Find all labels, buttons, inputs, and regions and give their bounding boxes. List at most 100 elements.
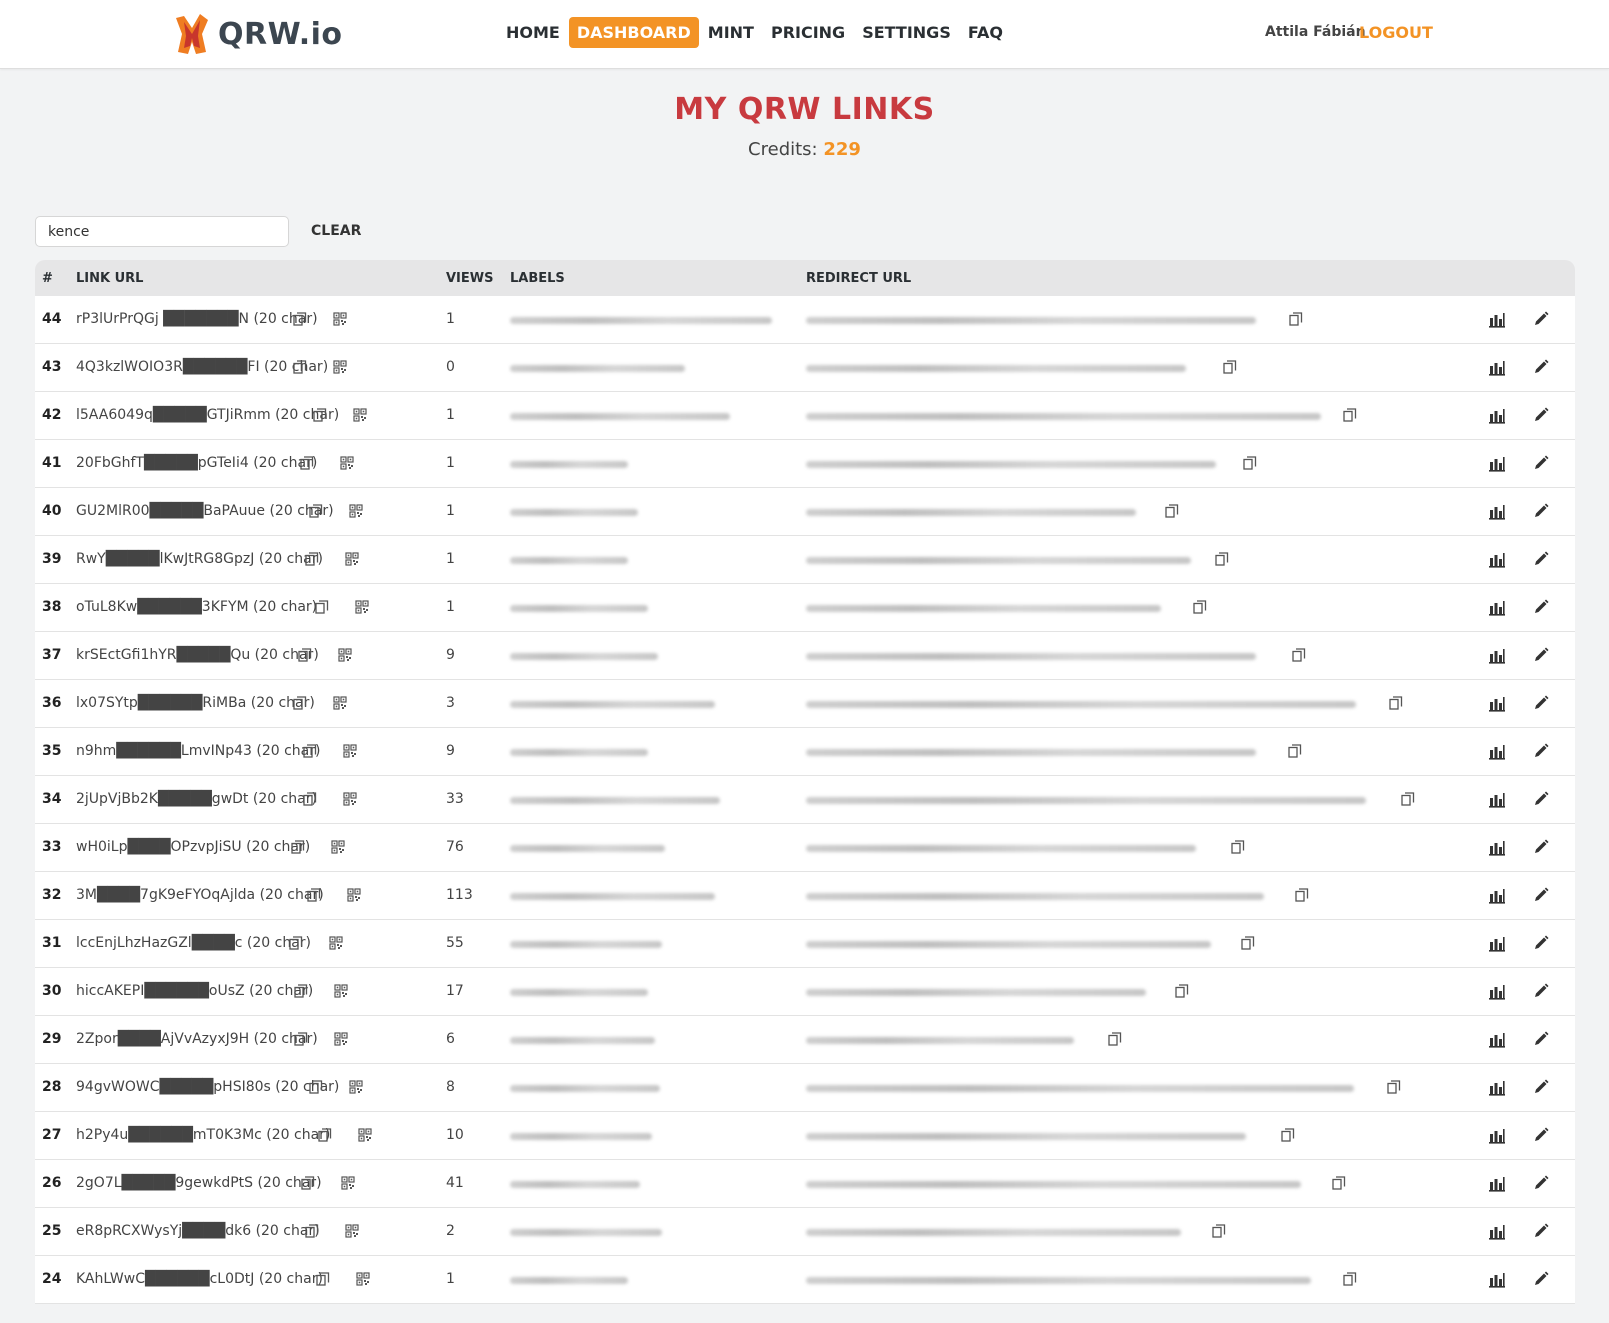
bar-chart-icon[interactable] [1488, 456, 1506, 472]
link-url[interactable]: 2jUpVjBb2K█████gwDt (20 char) [76, 791, 317, 807]
copy-icon[interactable] [1212, 1224, 1226, 1238]
link-url[interactable]: lccEnjLhzHazGZl████c (20 char) [76, 935, 311, 951]
copy-icon[interactable] [307, 888, 321, 902]
nav-home[interactable]: HOME [498, 17, 568, 48]
copy-icon[interactable] [318, 1128, 332, 1142]
qr-code-icon[interactable] [358, 1128, 372, 1142]
pencil-icon[interactable] [1533, 1079, 1549, 1095]
redirect-url-redacted[interactable] [806, 749, 1256, 756]
copy-icon[interactable] [1231, 840, 1245, 854]
redirect-url-redacted[interactable] [806, 557, 1191, 564]
copy-icon[interactable] [315, 600, 329, 614]
qr-code-icon[interactable] [333, 312, 347, 326]
bar-chart-icon[interactable] [1488, 600, 1506, 616]
redirect-url-redacted[interactable] [806, 605, 1161, 612]
pencil-icon[interactable] [1533, 1031, 1549, 1047]
bar-chart-icon[interactable] [1488, 504, 1506, 520]
pencil-icon[interactable] [1533, 503, 1549, 519]
link-url[interactable]: RwY█████lKwJtRG8GpzJ (20 char) [76, 551, 323, 567]
copy-icon[interactable] [300, 456, 314, 470]
copy-icon[interactable] [1288, 744, 1302, 758]
copy-icon[interactable] [293, 360, 307, 374]
bar-chart-icon[interactable] [1488, 552, 1506, 568]
copy-icon[interactable] [1295, 888, 1309, 902]
redirect-url-redacted[interactable] [806, 317, 1256, 324]
pencil-icon[interactable] [1533, 791, 1549, 807]
qr-code-icon[interactable] [349, 504, 363, 518]
pencil-icon[interactable] [1533, 407, 1549, 423]
copy-icon[interactable] [303, 792, 317, 806]
bar-chart-icon[interactable] [1488, 744, 1506, 760]
qr-code-icon[interactable] [333, 696, 347, 710]
bar-chart-icon[interactable] [1488, 648, 1506, 664]
copy-icon[interactable] [309, 504, 323, 518]
qr-code-icon[interactable] [355, 600, 369, 614]
pencil-icon[interactable] [1533, 887, 1549, 903]
copy-icon[interactable] [1243, 456, 1257, 470]
qr-code-icon[interactable] [349, 1080, 363, 1094]
pencil-icon[interactable] [1533, 599, 1549, 615]
bar-chart-icon[interactable] [1488, 1128, 1506, 1144]
copy-icon[interactable] [1165, 504, 1179, 518]
copy-icon[interactable] [1241, 936, 1255, 950]
bar-chart-icon[interactable] [1488, 984, 1506, 1000]
qr-code-icon[interactable] [340, 456, 354, 470]
redirect-url-redacted[interactable] [806, 701, 1356, 708]
link-url[interactable]: KAhLWwC██████cL0DtJ (20 char) [76, 1271, 323, 1287]
copy-icon[interactable] [294, 984, 308, 998]
bar-chart-icon[interactable] [1488, 792, 1506, 808]
copy-icon[interactable] [1108, 1032, 1122, 1046]
logout-button[interactable]: LOGOUT [1359, 23, 1433, 42]
link-url[interactable]: n9hm██████LmvINp43 (20 char) [76, 743, 320, 759]
bar-chart-icon[interactable] [1488, 360, 1506, 376]
copy-icon[interactable] [293, 312, 307, 326]
nav-pricing[interactable]: PRICING [763, 17, 853, 48]
redirect-url-redacted[interactable] [806, 509, 1136, 516]
pencil-icon[interactable] [1533, 935, 1549, 951]
redirect-url-redacted[interactable] [806, 1229, 1181, 1236]
search-input[interactable] [35, 216, 289, 247]
pencil-icon[interactable] [1533, 311, 1549, 327]
redirect-url-redacted[interactable] [806, 893, 1264, 900]
copy-icon[interactable] [1215, 552, 1229, 566]
bar-chart-icon[interactable] [1488, 1080, 1506, 1096]
qr-code-icon[interactable] [331, 840, 345, 854]
bar-chart-icon[interactable] [1488, 888, 1506, 904]
copy-icon[interactable] [1343, 1272, 1357, 1286]
pencil-icon[interactable] [1533, 1127, 1549, 1143]
redirect-url-redacted[interactable] [806, 1277, 1311, 1284]
pencil-icon[interactable] [1533, 455, 1549, 471]
copy-icon[interactable] [1292, 648, 1306, 662]
link-url[interactable]: 2gO7L█████9gewkdPtS (20 char) [76, 1175, 322, 1191]
copy-icon[interactable] [294, 1032, 308, 1046]
qr-code-icon[interactable] [334, 1032, 348, 1046]
nav-faq[interactable]: FAQ [960, 17, 1011, 48]
bar-chart-icon[interactable] [1488, 840, 1506, 856]
link-url[interactable]: eR8pRCXWysYj████dk6 (20 char) [76, 1223, 320, 1239]
copy-icon[interactable] [298, 648, 312, 662]
redirect-url-redacted[interactable] [806, 845, 1196, 852]
bar-chart-icon[interactable] [1488, 1272, 1506, 1288]
copy-icon[interactable] [1289, 312, 1303, 326]
copy-icon[interactable] [1401, 792, 1415, 806]
clear-button[interactable]: CLEAR [311, 223, 361, 239]
redirect-url-redacted[interactable] [806, 1085, 1354, 1092]
qr-code-icon[interactable] [356, 1272, 370, 1286]
copy-icon[interactable] [301, 1176, 315, 1190]
link-url[interactable]: wH0iLp████OPzvpJiSU (20 char) [76, 839, 310, 855]
qr-code-icon[interactable] [347, 888, 361, 902]
copy-icon[interactable] [305, 1224, 319, 1238]
pencil-icon[interactable] [1533, 695, 1549, 711]
bar-chart-icon[interactable] [1488, 1224, 1506, 1240]
qr-code-icon[interactable] [333, 360, 347, 374]
link-url[interactable]: h2Py4u██████mT0K3Mc (20 char) [76, 1127, 330, 1143]
copy-icon[interactable] [1223, 360, 1237, 374]
redirect-url-redacted[interactable] [806, 1133, 1246, 1140]
copy-icon[interactable] [1193, 600, 1207, 614]
link-url[interactable]: hiccAKEPI██████oUsZ (20 char) [76, 983, 313, 999]
pencil-icon[interactable] [1533, 647, 1549, 663]
copy-icon[interactable] [303, 744, 317, 758]
nav-settings[interactable]: SETTINGS [854, 17, 959, 48]
bar-chart-icon[interactable] [1488, 696, 1506, 712]
pencil-icon[interactable] [1533, 839, 1549, 855]
